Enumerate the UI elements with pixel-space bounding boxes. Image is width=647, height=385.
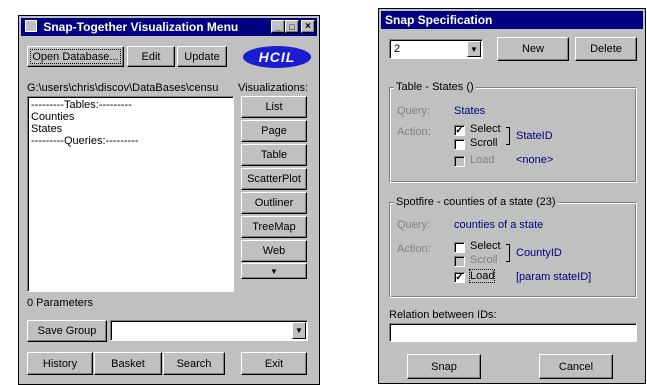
viz-more-button[interactable]: ▼	[241, 263, 307, 279]
group1-bracket	[506, 127, 510, 145]
list-item-states[interactable]: States	[31, 123, 62, 135]
edit-button[interactable]: Edit	[127, 46, 175, 67]
cancel-button[interactable]: Cancel	[539, 354, 613, 379]
app-icon	[25, 20, 37, 32]
basket-button[interactable]: Basket	[94, 352, 162, 375]
new-button[interactable]: New	[497, 37, 569, 61]
group1-action-label: Action:	[397, 126, 431, 138]
search-button[interactable]: Search	[163, 352, 225, 375]
group1-scroll-label: Scroll	[470, 137, 498, 149]
viz-table-button[interactable]: Table	[241, 144, 307, 166]
dropdown-arrow-icon[interactable]: ▼	[292, 322, 306, 339]
snap-title: Snap Specification	[385, 13, 493, 27]
viz-web-button[interactable]: Web	[241, 240, 307, 262]
group1-load-param: <none>	[516, 154, 554, 166]
open-database-button[interactable]: Open Database...	[27, 46, 124, 67]
group2-select-checkbox[interactable]	[454, 242, 465, 253]
viz-treemap-button[interactable]: TreeMap	[241, 216, 307, 238]
snap-selector-value: 2	[394, 43, 401, 55]
group2-load-param: [param stateID]	[516, 271, 592, 283]
hcil-logo: HCIL	[243, 46, 311, 68]
group2-id: CountyID	[516, 247, 562, 259]
group1-title: Table - States ()	[394, 81, 476, 93]
history-button[interactable]: History	[27, 352, 93, 375]
group2-select-label: Select	[470, 240, 501, 252]
group1-id: StateID	[516, 130, 553, 142]
database-path: G:\users\chris\discov\DataBases\censu	[27, 82, 219, 94]
list-item-counties[interactable]: Counties	[31, 111, 74, 123]
group2-query-value: counties of a state	[454, 219, 544, 231]
selector-dropdown-arrow-icon[interactable]: ▼	[467, 41, 481, 57]
snap-specification-window: Snap Specification 2 ▼ New Delete Table …	[378, 8, 646, 384]
tables-queries-list[interactable]: ---------Tables:--------- Counties State…	[27, 96, 234, 292]
delete-button[interactable]: Delete	[575, 37, 637, 61]
group2-query-label: Query:	[397, 219, 431, 231]
close-button[interactable]: ×	[301, 20, 315, 33]
save-group-dropdown[interactable]: ▼	[110, 320, 308, 341]
group2-load-checkbox[interactable]: ✓	[454, 272, 465, 283]
group2-scroll-label: Scroll	[470, 254, 498, 266]
snap-titlebar[interactable]: Snap Specification	[381, 11, 643, 29]
group1-load-checkbox	[454, 156, 465, 167]
viz-outliner-button[interactable]: Outliner	[241, 192, 307, 214]
exit-button[interactable]: Exit	[241, 352, 307, 375]
relation-input[interactable]	[389, 323, 637, 342]
group1-scroll-checkbox[interactable]	[454, 139, 465, 150]
minimize-button[interactable]: _	[271, 20, 285, 33]
viz-list-button[interactable]: List	[241, 96, 307, 118]
queries-header: ---------Queries:---------	[31, 135, 139, 147]
visualizations-label: Visualizations:	[238, 82, 309, 94]
group2-title: Spotfire - counties of a state (23)	[394, 196, 558, 208]
save-group-button[interactable]: Save Group	[27, 320, 107, 342]
group1-query-value: States	[454, 105, 486, 117]
maximize-button[interactable]: □	[285, 20, 299, 33]
group1-load-label: Load	[470, 154, 495, 166]
snap-button[interactable]: Snap	[407, 354, 481, 379]
group2-load-label: Load	[468, 269, 496, 283]
snap-selector-dropdown[interactable]: 2 ▼	[389, 39, 483, 59]
snap-menu-window: Snap-Together Visualization Menu _ □ × O…	[18, 15, 320, 385]
group1-select-checkbox[interactable]: ✓	[454, 125, 465, 136]
viz-scatterplot-button[interactable]: ScatterPlot	[241, 168, 307, 190]
group2-bracket	[506, 244, 510, 262]
group1-query-label: Query:	[397, 105, 431, 117]
menu-title: Snap-Together Visualization Menu	[43, 20, 239, 34]
relation-label: Relation between IDs:	[389, 309, 497, 321]
update-button[interactable]: Update	[177, 46, 227, 67]
group2-scroll-checkbox	[454, 256, 465, 267]
group1-select-label: Select	[470, 123, 501, 135]
viz-page-button[interactable]: Page	[241, 120, 307, 142]
menu-titlebar[interactable]: Snap-Together Visualization Menu _ □ ×	[21, 18, 317, 36]
parameters-count: 0 Parameters	[27, 297, 94, 309]
group2-action-label: Action:	[397, 243, 431, 255]
tables-header: ---------Tables:---------	[31, 99, 132, 111]
